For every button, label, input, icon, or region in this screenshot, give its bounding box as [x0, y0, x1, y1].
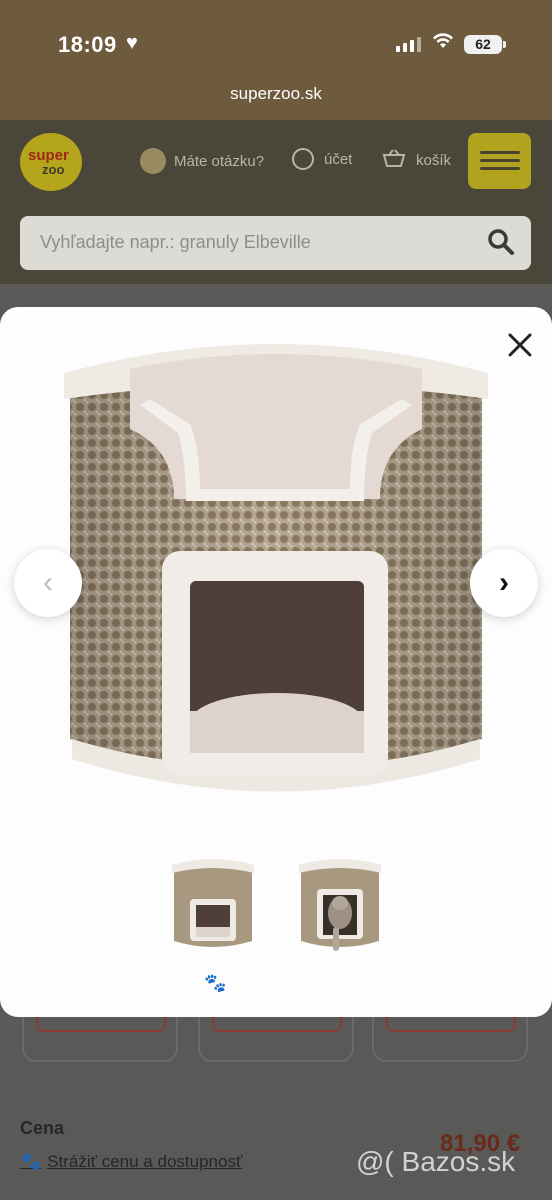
search-icon[interactable]: [487, 228, 515, 256]
variant-card[interactable]: [372, 1012, 528, 1062]
gallery-thumbnail[interactable]: [168, 855, 258, 961]
search-placeholder: Vyhľadajte napr.: granuly Elbeville: [40, 232, 311, 252]
close-icon[interactable]: [498, 323, 542, 367]
battery-icon: 62: [464, 35, 506, 54]
watch-price-label: Strážiť cenu a dostupnosť: [47, 1152, 243, 1171]
cart-label: košík: [416, 151, 452, 169]
variant-card[interactable]: [198, 1012, 354, 1062]
product-main-image: [64, 344, 488, 792]
account-label: účet: [324, 150, 353, 168]
variant-card[interactable]: [22, 1012, 178, 1062]
chevron-right-icon: ›: [499, 566, 509, 599]
url-bar[interactable]: superzoo.sk: [0, 78, 552, 120]
chevron-left-icon: ‹: [43, 566, 53, 599]
account-link[interactable]: účet: [292, 148, 352, 170]
cellular-signal-icon: [396, 36, 421, 52]
price-label: Cena: [20, 1118, 65, 1138]
wifi-icon: [432, 32, 454, 56]
search-input[interactable]: Vyhľadajte napr.: granuly Elbeville: [20, 216, 531, 270]
previous-image-button[interactable]: ‹: [14, 549, 82, 617]
next-image-button[interactable]: ›: [470, 549, 538, 617]
user-icon: [292, 148, 314, 170]
gallery-thumbnail[interactable]: [295, 855, 385, 961]
paw-icon: 🐾: [204, 973, 227, 993]
basket-icon: [382, 148, 406, 172]
paw-icon: 🐾: [20, 1152, 42, 1171]
url-text: superzoo.sk: [230, 84, 322, 103]
image-gallery-modal: ‹ › 🐾: [0, 307, 552, 1017]
logo-text-bottom: zoo: [42, 162, 65, 177]
cart-link[interactable]: košík: [382, 148, 451, 172]
support-avatar: [140, 148, 166, 174]
status-bar: 18:09 ♥ 62: [0, 0, 552, 78]
heart-icon: ♥: [126, 32, 138, 54]
status-time: 18:09: [58, 32, 117, 57]
superzoo-logo[interactable]: super zoo: [20, 133, 82, 191]
hamburger-menu-button[interactable]: [468, 133, 531, 189]
watermark: @( Bazos.sk: [356, 1146, 516, 1177]
question-link[interactable]: Máte otázku?: [140, 148, 264, 174]
watch-price-link[interactable]: 🐾 Strážiť cenu a dostupnosť: [20, 1152, 242, 1172]
question-label: Máte otázku?: [174, 152, 265, 170]
